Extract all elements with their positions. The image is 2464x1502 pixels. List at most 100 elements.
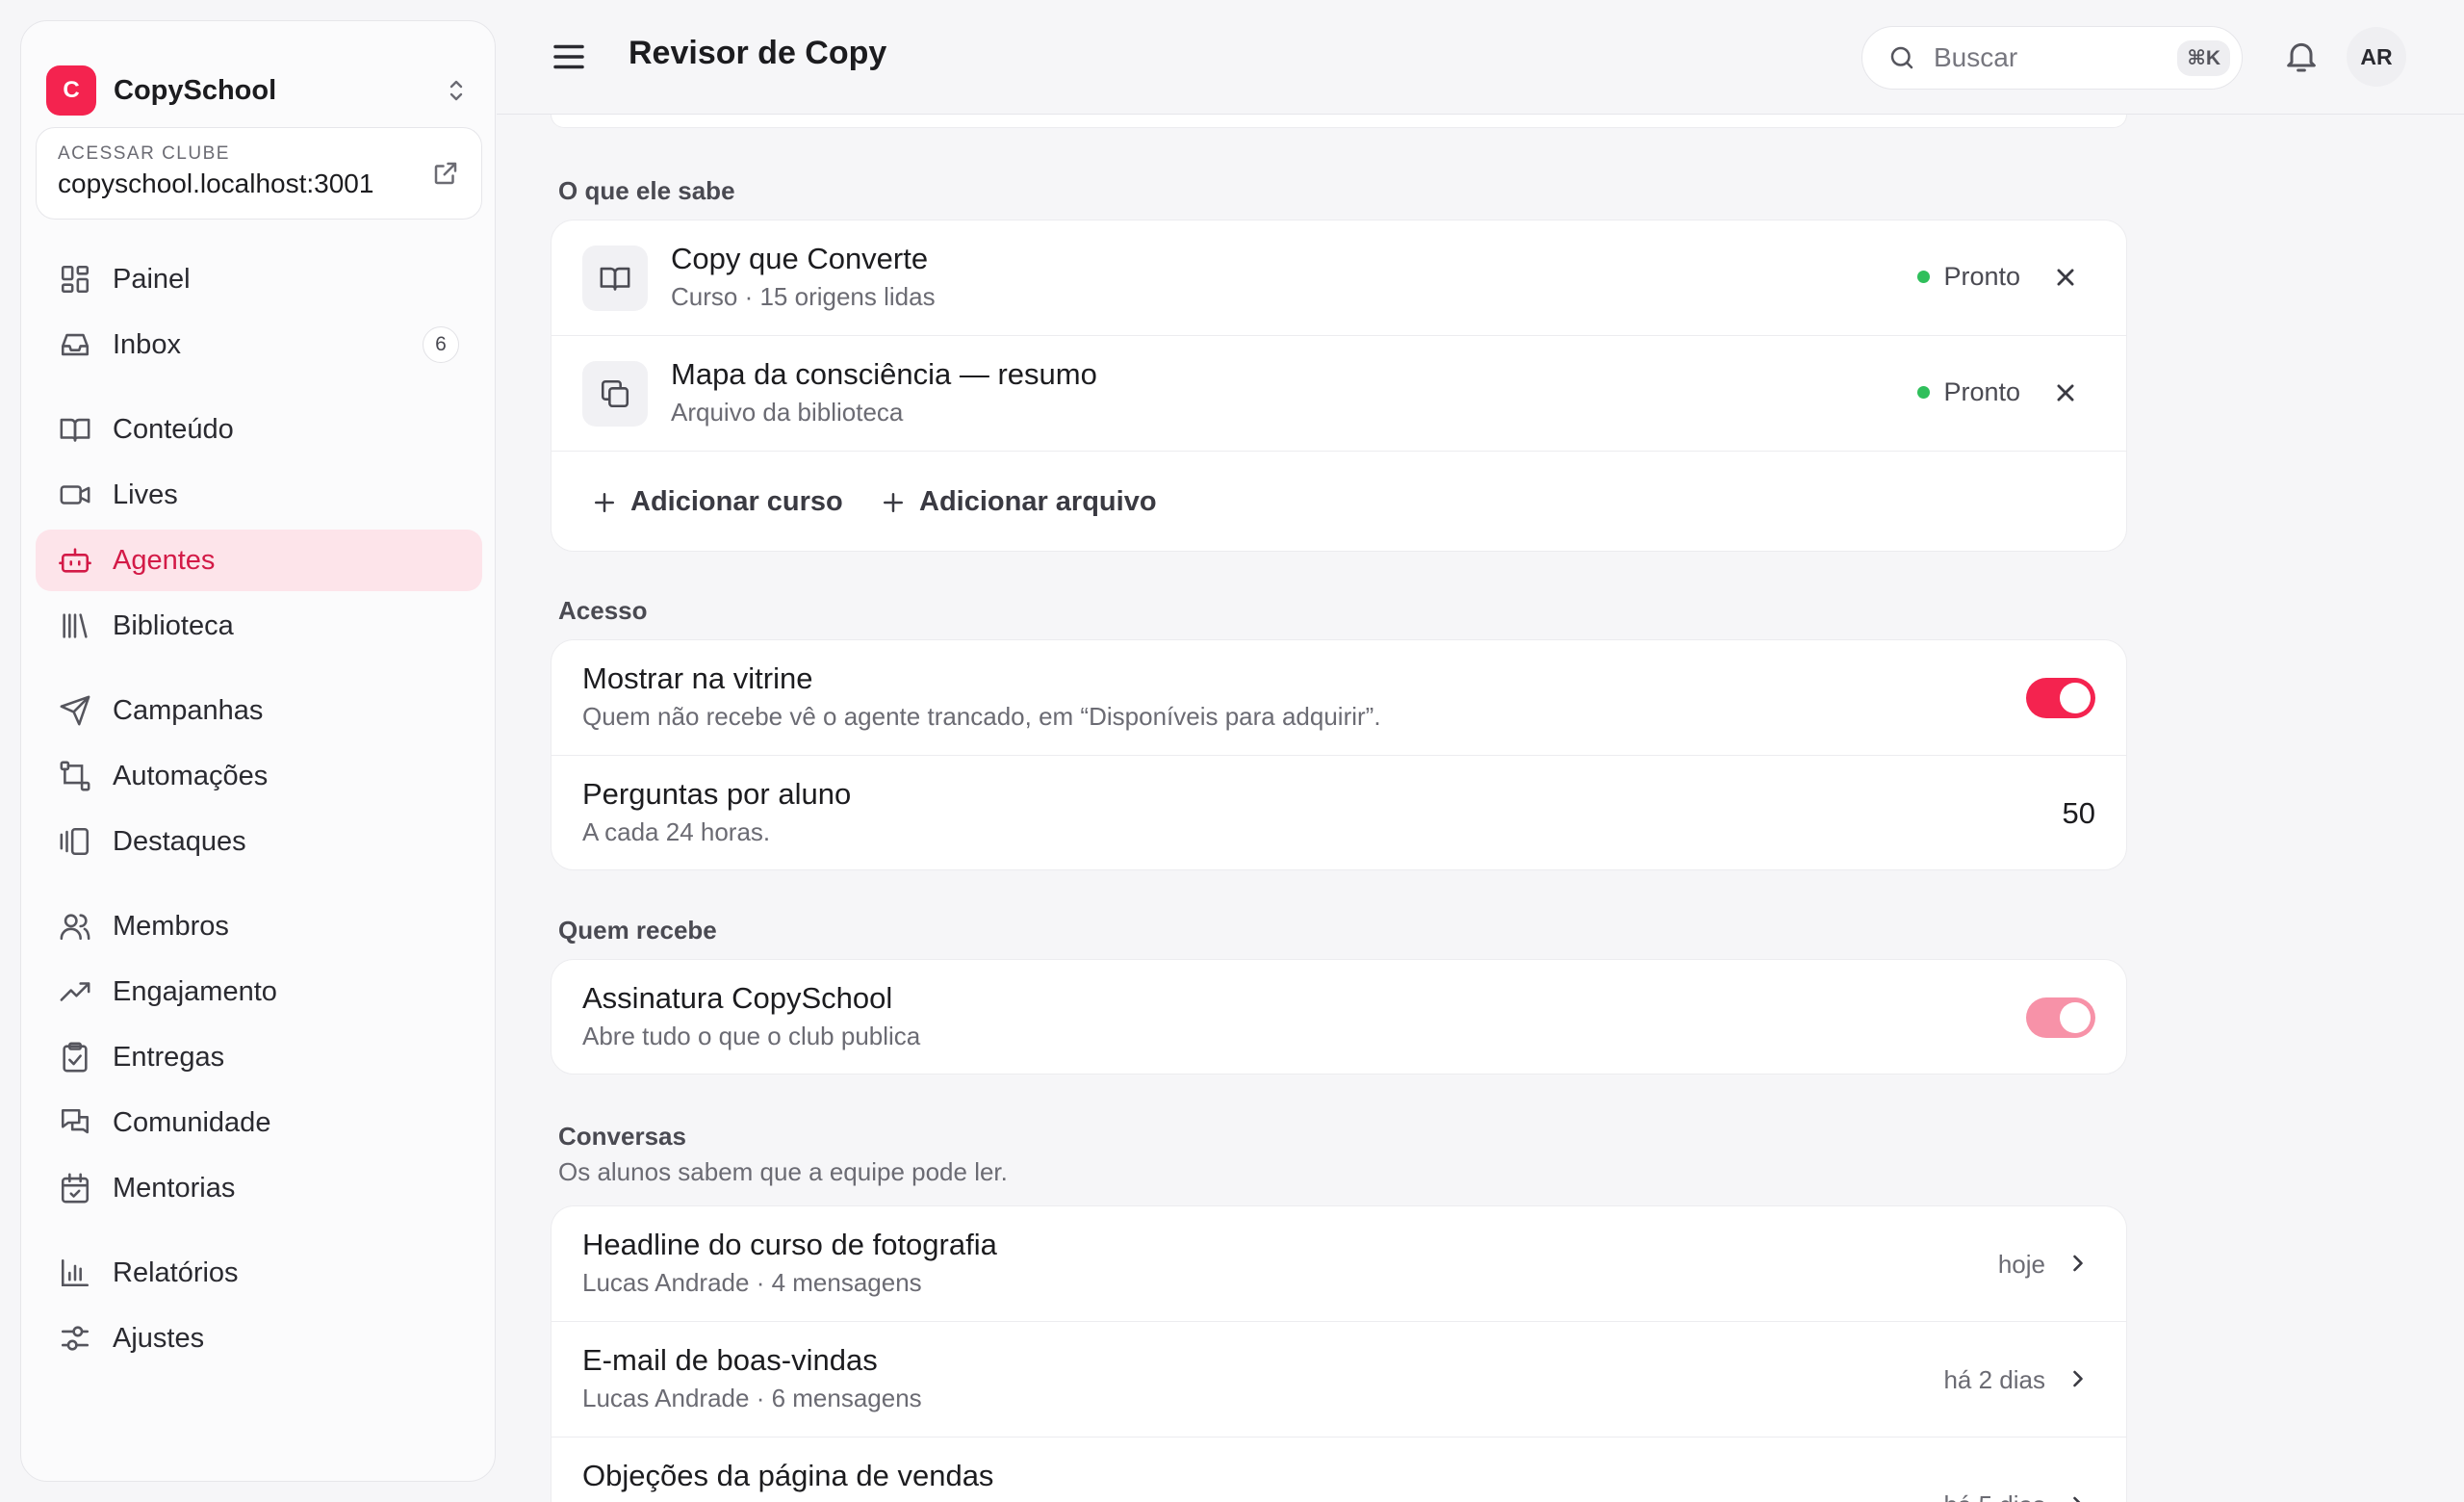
inbox-icon: [61, 333, 90, 356]
workspace-switcher[interactable]: C CopySchool: [46, 44, 472, 137]
sliders-icon: [61, 1326, 90, 1351]
sidebar-item-label: Mentorias: [113, 1172, 236, 1204]
previous-card-edge: [551, 115, 2127, 128]
sidebar-item-ajustes[interactable]: Ajustes: [36, 1308, 482, 1369]
sidebar-item-conteudo[interactable]: Conteúdo: [36, 399, 482, 460]
club-access-card[interactable]: ACESSAR CLUBE copyschool.localhost:3001: [36, 127, 482, 220]
brand-logo: C: [46, 65, 96, 116]
sidebar-item-label: Ajustes: [113, 1322, 205, 1354]
external-link-icon[interactable]: [431, 159, 460, 188]
conversation-subtitle: Lucas Andrade · 4 mensagens: [582, 1268, 922, 1297]
sidebar-item-relatorios[interactable]: Relatórios: [36, 1242, 482, 1304]
status-badge: Pronto: [1917, 262, 2020, 292]
questions-value[interactable]: 50: [2063, 796, 2095, 831]
bell-icon[interactable]: [2282, 37, 2321, 75]
conversation-row[interactable]: Headline do curso de fotografia Lucas An…: [552, 1206, 2126, 1322]
trending-icon: [60, 982, 90, 1001]
club-url: copyschool.localhost:3001: [58, 168, 374, 198]
add-file-label: Adicionar arquivo: [919, 486, 1157, 517]
book-open-icon: [582, 246, 648, 311]
questions-row: Perguntas por aluno A cada 24 horas. 50: [552, 756, 2126, 869]
sidebar-item-engajamento[interactable]: Engajamento: [36, 961, 482, 1023]
knowledge-source-row: Mapa da consciência — resumo Arquivo da …: [552, 336, 2126, 452]
status-label: Pronto: [1943, 377, 2020, 406]
book-icon: [60, 418, 90, 442]
library-icon: [63, 613, 88, 638]
conversation-time: há 5 dias: [1943, 1490, 2045, 1502]
recipient-title: Assinatura CopySchool: [582, 981, 893, 1015]
sidebar-item-automacoes[interactable]: Automações: [36, 745, 482, 807]
search-input[interactable]: [1934, 42, 2178, 73]
sidebar-item-label: Biblioteca: [113, 609, 234, 641]
close-icon[interactable]: [2049, 261, 2082, 294]
sidebar-item-destaques[interactable]: Destaques: [36, 811, 482, 872]
knowledge-card: Copy que Converte Curso · 15 origens lid…: [551, 220, 2127, 552]
inbox-count-badge: 6: [423, 326, 459, 363]
section-title-access: Acesso: [558, 596, 648, 625]
sidebar-item-label: Agentes: [113, 544, 216, 576]
sidebar-item-comunidade[interactable]: Comunidade: [36, 1092, 482, 1153]
chevron-up-down-icon: [441, 71, 472, 110]
sidebar-item-lives[interactable]: Lives: [36, 464, 482, 526]
status-badge: Pronto: [1917, 377, 2020, 407]
knowledge-source-row: Copy que Converte Curso · 15 origens lid…: [552, 220, 2126, 336]
source-subtitle: Arquivo da biblioteca: [671, 398, 904, 427]
conversation-title: Headline do curso de fotografia: [582, 1228, 997, 1261]
section-title-conversations: Conversas: [558, 1122, 686, 1151]
dashboard-icon: [61, 265, 90, 294]
conversation-subtitle: Lucas Andrade · 6 mensagens: [582, 1384, 922, 1412]
sidebar-item-label: Destaques: [113, 825, 246, 857]
showcase-title: Mostrar na vitrine: [582, 661, 813, 695]
sidebar-item-label: Relatórios: [113, 1256, 239, 1288]
sidebar-item-label: Inbox: [113, 328, 181, 360]
conversation-row[interactable]: Objeções da página de vendas há 5 dias: [552, 1437, 2126, 1502]
menu-icon[interactable]: [549, 37, 589, 77]
sidebar-item-label: Engajamento: [113, 975, 277, 1007]
recipient-toggle[interactable]: [2026, 997, 2095, 1038]
showcase-toggle[interactable]: [2026, 678, 2095, 718]
sidebar-item-inbox[interactable]: Inbox 6: [36, 314, 482, 376]
section-title-recipients: Quem recebe: [558, 916, 717, 945]
brand-name: CopySchool: [114, 74, 277, 106]
video-icon: [60, 485, 90, 505]
sidebar-item-label: Painel: [113, 263, 191, 295]
add-course-button[interactable]: Adicionar curso: [590, 486, 843, 518]
sidebar-item-label: Entregas: [113, 1041, 225, 1073]
bar-chart-icon: [61, 1258, 90, 1287]
bot-icon: [59, 548, 91, 573]
search-box[interactable]: ⌘K: [1861, 26, 2243, 90]
sidebar-item-membros[interactable]: Membros: [36, 895, 482, 957]
conversation-time: há 2 dias: [1943, 1365, 2045, 1394]
sidebar-item-campanhas[interactable]: Campanhas: [36, 680, 482, 741]
avatar[interactable]: AR: [2347, 27, 2406, 87]
chevron-right-icon: [2073, 1370, 2083, 1387]
send-icon: [60, 695, 90, 726]
recipient-row: Assinatura CopySchool Abre tudo o que o …: [552, 960, 2126, 1074]
access-card: Mostrar na vitrine Quem não recebe vê o …: [551, 639, 2127, 870]
sidebar-item-biblioteca[interactable]: Biblioteca: [36, 595, 482, 657]
questions-subtitle: A cada 24 horas.: [582, 817, 771, 846]
recipients-card: Assinatura CopySchool Abre tudo o que o …: [551, 959, 2127, 1075]
recipient-subtitle: Abre tudo o que o club publica: [582, 1022, 921, 1050]
sidebar-item-painel[interactable]: Painel: [36, 248, 482, 310]
status-label: Pronto: [1943, 262, 2020, 291]
conversations-subtitle: Os alunos sabem que a equipe pode ler.: [558, 1157, 1008, 1186]
calendar-icon: [61, 1173, 90, 1204]
sidebar-item-label: Lives: [113, 479, 178, 510]
toggle-knob: [2060, 1002, 2091, 1033]
conversation-time: hoje: [1997, 1250, 2045, 1279]
plus-icon: [595, 492, 614, 512]
chevron-right-icon: [2073, 1255, 2083, 1272]
sidebar: C CopySchool ACESSAR CLUBE copyschool.lo…: [20, 20, 496, 1482]
sidebar-item-mentorias[interactable]: Mentorias: [36, 1157, 482, 1219]
close-icon[interactable]: [2049, 376, 2082, 409]
search-shortcut-hint: ⌘K: [2177, 39, 2230, 76]
sidebar-item-label: Campanhas: [113, 694, 264, 726]
add-file-button[interactable]: Adicionar arquivo: [879, 486, 1157, 518]
gallery-icon: [60, 827, 90, 856]
sidebar-item-entregas[interactable]: Entregas: [36, 1026, 482, 1088]
sidebar-item-agentes[interactable]: Agentes: [36, 530, 482, 591]
club-label: ACESSAR CLUBE: [58, 143, 230, 164]
conversation-row[interactable]: E-mail de boas-vindas Lucas Andrade · 6 …: [552, 1322, 2126, 1437]
chevron-right-icon: [2073, 1496, 2081, 1502]
